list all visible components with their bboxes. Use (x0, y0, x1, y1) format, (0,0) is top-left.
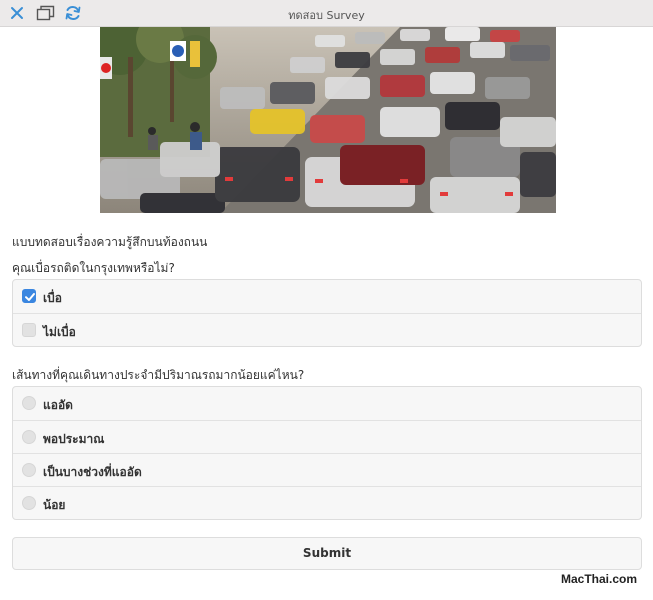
radio-icon[interactable] (22, 430, 36, 444)
window-titlebar: ทดสอบ Survey (0, 0, 653, 27)
option-moderate[interactable]: พอประมาณ (13, 420, 641, 453)
watermark: MacThai.com (560, 572, 637, 586)
question-1-text: คุณเบื่อรถติดในกรุงเทพหรือไม่? (12, 261, 175, 275)
option-sometimes-crowded[interactable]: เป็นบางช่วงที่แออัด (13, 453, 641, 486)
option-label: น้อย (43, 498, 66, 512)
submit-button[interactable]: Submit (12, 537, 642, 570)
checkbox-icon[interactable] (22, 323, 36, 337)
option-label: เบื่อ (43, 291, 62, 305)
question-1-options: เบื่อ ไม่เบื่อ (12, 279, 642, 347)
question-2-options: แออัด พอประมาณ เป็นบางช่วงที่แออัด น้อย (12, 386, 642, 520)
question-2-text: เส้นทางที่คุณเดินทางประจำมีปริมาณรถมากน้… (12, 368, 305, 382)
option-label: เป็นบางช่วงที่แออัด (43, 465, 142, 479)
traffic-jam-photo (100, 27, 556, 213)
checkbox-checked-icon[interactable] (22, 289, 36, 303)
survey-title: แบบทดสอบเรื่องความรู้สึกบนท้องถนน (12, 235, 208, 249)
radio-icon[interactable] (22, 463, 36, 477)
radio-icon[interactable] (22, 396, 36, 410)
option-label: แออัด (43, 398, 73, 412)
option-label: พอประมาณ (43, 432, 105, 446)
option-bored[interactable]: เบื่อ (13, 280, 641, 313)
option-label: ไม่เบื่อ (43, 325, 76, 339)
option-light[interactable]: น้อย (13, 486, 641, 519)
option-crowded[interactable]: แออัด (13, 387, 641, 420)
window-title: ทดสอบ Survey (288, 9, 365, 22)
radio-icon[interactable] (22, 496, 36, 510)
option-not-bored[interactable]: ไม่เบื่อ (13, 313, 641, 346)
